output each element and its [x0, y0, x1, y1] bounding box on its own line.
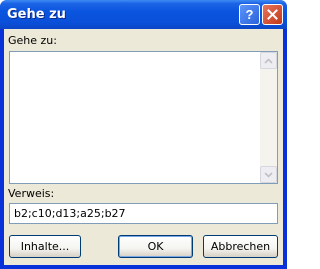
chevron-up-icon	[264, 57, 273, 64]
close-icon	[267, 9, 278, 20]
help-button[interactable]: ?	[239, 4, 260, 25]
goto-label: Gehe zu:	[8, 34, 57, 47]
chevron-down-icon	[264, 171, 273, 178]
goto-list[interactable]	[9, 51, 278, 184]
scroll-up-button[interactable]	[260, 52, 277, 69]
dialog-body: Gehe zu: Verweis: b2;c10;d13;a25;b27 Inh…	[4, 29, 283, 265]
vertical-scrollbar[interactable]	[260, 52, 277, 183]
ok-button[interactable]: OK	[118, 235, 193, 258]
scroll-down-button[interactable]	[260, 166, 277, 183]
goto-dialog-window: Gehe zu ? Gehe zu: Verweis: b2;c10;d13;a…	[0, 0, 287, 269]
close-button[interactable]	[262, 4, 283, 25]
contents-button[interactable]: Inhalte...	[9, 235, 81, 258]
cancel-button[interactable]: Abbrechen	[203, 235, 278, 258]
reference-input[interactable]: b2;c10;d13;a25;b27	[9, 203, 278, 224]
window-title: Gehe zu	[7, 7, 66, 22]
title-bar[interactable]: Gehe zu ?	[0, 0, 287, 29]
help-icon: ?	[245, 7, 254, 22]
reference-label: Verweis:	[8, 187, 55, 200]
